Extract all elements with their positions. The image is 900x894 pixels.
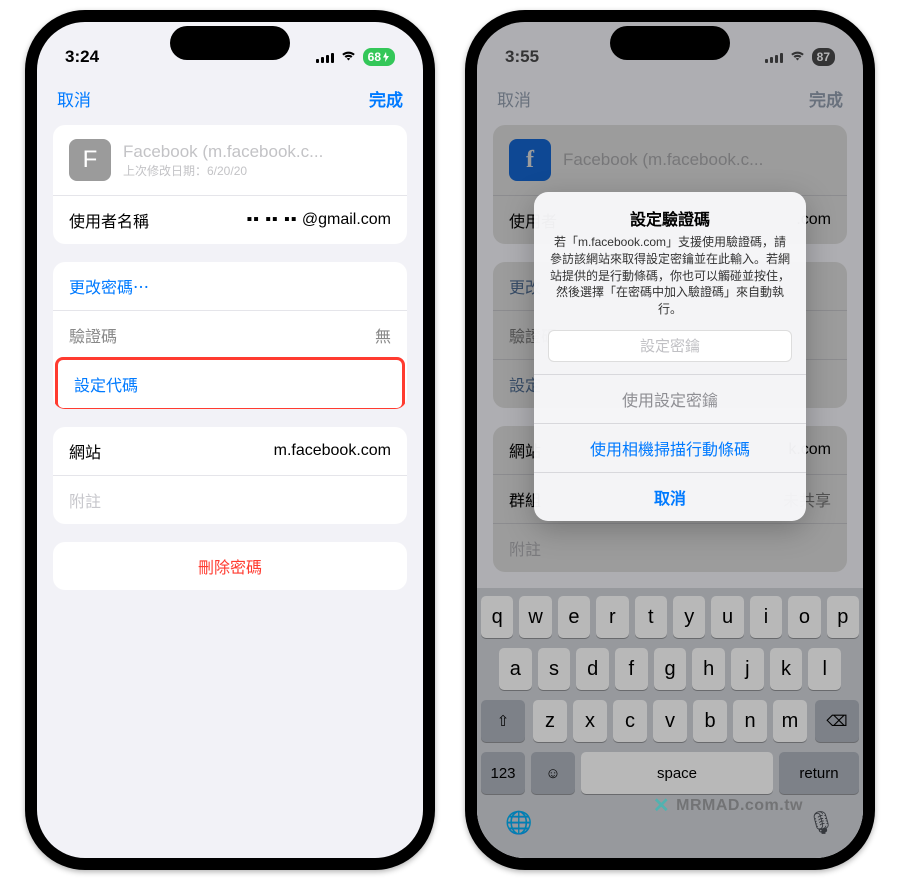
sheet-message: 若「m.facebook.com」支援使用驗證碼，請參訪該網站來取得設定密鑰並在… [534,234,806,330]
screen-left: 3:24 68 取消 完成 F Faceboo [37,22,423,858]
scan-qr-button[interactable]: 使用相機掃描行動條碼 [534,423,806,472]
dynamic-island [170,26,290,60]
username-domain: @gmail.com [302,211,391,228]
username-masked: ▪▪ ▪▪ ▪▪ [246,211,297,228]
delete-password-button[interactable]: 刪除密碼 [53,542,407,590]
wifi-icon [340,49,357,66]
battery-icon: 68 [363,48,395,66]
account-card: F Facebook (m.facebook.c... 上次修改日期：6/20/… [53,125,407,244]
last-modified: 上次修改日期：6/20/20 [123,162,391,179]
website-value: m.facebook.com [274,442,391,460]
status-time: 3:24 [65,47,99,67]
verification-label: 驗證碼 [69,323,117,347]
cellular-icon [316,51,334,63]
website-label: 網站 [69,439,101,463]
setup-code-link[interactable]: 設定代碼 [55,357,405,409]
use-setup-key-button[interactable]: 使用設定密鑰 [534,374,806,423]
screen-right: 3:55 87 取消 完成 f Faceboo [477,22,863,858]
website-row[interactable]: 網站 m.facebook.com [53,427,407,475]
phone-right: 3:55 87 取消 完成 f Faceboo [465,10,875,870]
verification-value: 無 [375,323,391,347]
verification-row: 驗證碼 無 [53,310,407,359]
dynamic-island [610,26,730,60]
watermark-icon: ✕ [653,793,670,818]
app-icon: F [69,139,111,181]
sheet-cancel-button[interactable]: 取消 [534,472,806,521]
phone-left: 3:24 68 取消 完成 F Faceboo [25,10,435,870]
account-title: Facebook (m.facebook.c... [123,142,391,162]
watermark: ✕ MRMAD.com.tw [653,793,803,818]
notes-row[interactable]: 附註 [53,475,407,524]
nav-bar: 取消 完成 [37,78,423,125]
setup-key-input[interactable]: 設定密鑰 [548,330,792,362]
sheet-title: 設定驗證碼 [534,192,806,234]
username-label: 使用者名稱 [69,208,149,232]
done-button[interactable]: 完成 [369,86,403,111]
username-row[interactable]: 使用者名稱 ▪▪ ▪▪ ▪▪ @gmail.com [53,195,407,244]
change-password-link[interactable]: 更改密碼⋯ [53,262,407,310]
setup-verification-sheet: 設定驗證碼 若「m.facebook.com」支援使用驗證碼，請參訪該網站來取得… [534,192,806,521]
cancel-button[interactable]: 取消 [57,86,91,111]
